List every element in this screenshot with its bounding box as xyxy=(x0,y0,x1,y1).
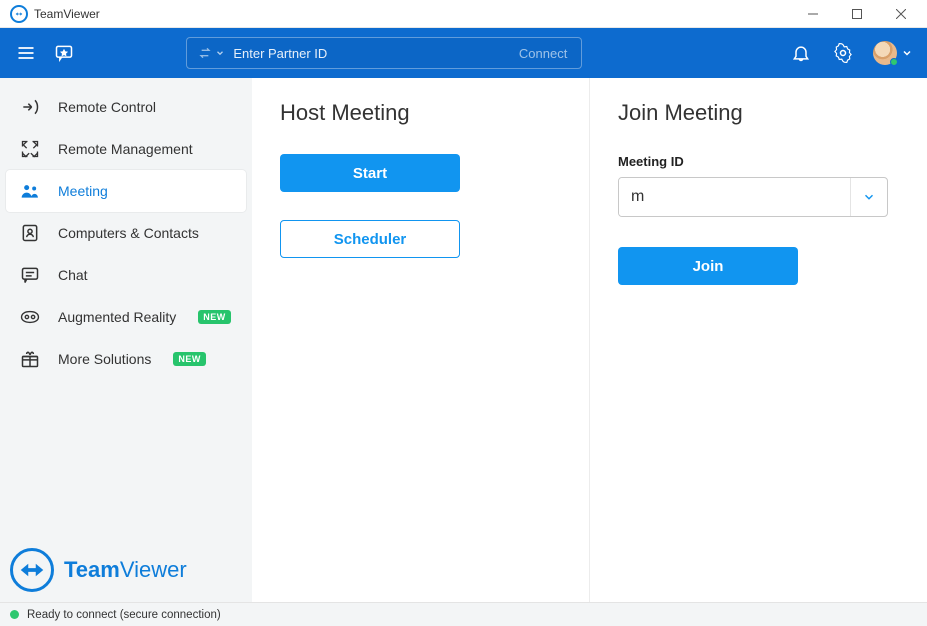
connect-button[interactable]: Connect xyxy=(504,38,581,68)
new-badge: NEW xyxy=(173,352,206,366)
sidebar-item-label: Meeting xyxy=(58,183,108,199)
meeting-id-input[interactable] xyxy=(619,178,850,216)
chevron-down-icon xyxy=(901,47,913,59)
close-button[interactable] xyxy=(879,0,923,28)
sidebar-item-augmented-reality[interactable]: Augmented Reality NEW xyxy=(6,296,246,338)
minimize-button[interactable] xyxy=(791,0,835,28)
remote-control-icon xyxy=(20,97,40,117)
sidebar-item-label: Computers & Contacts xyxy=(58,225,199,241)
status-text: Ready to connect (secure connection) xyxy=(27,609,221,621)
partner-id-box: Connect xyxy=(186,37,582,69)
join-meeting-title: Join Meeting xyxy=(618,100,899,126)
partner-dropdown[interactable] xyxy=(207,48,233,58)
sidebar-item-label: Remote Control xyxy=(58,99,156,115)
join-button[interactable]: Join xyxy=(618,247,798,285)
body: Remote Control Remote Management Meeting… xyxy=(0,78,927,602)
sidebar-item-remote-control[interactable]: Remote Control xyxy=(6,86,246,128)
main-content: Host Meeting Start Scheduler Join Meetin… xyxy=(252,78,927,602)
brand-logo-text: TeamViewer xyxy=(64,557,187,583)
sidebar-item-label: Remote Management xyxy=(58,141,193,157)
titlebar: TeamViewer xyxy=(0,0,927,28)
settings-button[interactable] xyxy=(831,41,855,65)
sidebar-item-meeting[interactable]: Meeting xyxy=(6,170,246,212)
sidebar: Remote Control Remote Management Meeting… xyxy=(0,78,252,602)
join-meeting-panel: Join Meeting Meeting ID Join xyxy=(589,78,927,602)
ar-icon xyxy=(20,307,40,327)
header-bar: Connect xyxy=(0,28,927,78)
meeting-id-combo xyxy=(618,177,888,217)
gift-icon xyxy=(20,349,40,369)
sidebar-item-computers-contacts[interactable]: Computers & Contacts xyxy=(6,212,246,254)
start-button[interactable]: Start xyxy=(280,154,460,192)
sidebar-item-label: Augmented Reality xyxy=(58,309,176,325)
brand-logo: TeamViewer xyxy=(6,538,246,594)
chat-icon xyxy=(20,265,40,285)
meeting-icon xyxy=(20,181,40,201)
notifications-button[interactable] xyxy=(789,41,813,65)
sidebar-item-label: More Solutions xyxy=(58,351,151,367)
sidebar-item-more-solutions[interactable]: More Solutions NEW xyxy=(6,338,246,380)
partner-id-input[interactable] xyxy=(233,46,504,61)
status-indicator-icon xyxy=(10,610,19,619)
feedback-button[interactable] xyxy=(52,41,76,65)
sidebar-item-chat[interactable]: Chat xyxy=(6,254,246,296)
contacts-icon xyxy=(20,223,40,243)
account-menu[interactable] xyxy=(873,41,913,65)
app-logo-icon xyxy=(10,5,28,23)
window-controls xyxy=(791,0,923,28)
meeting-id-label: Meeting ID xyxy=(618,154,899,169)
host-meeting-title: Host Meeting xyxy=(280,100,561,126)
brand-logo-icon xyxy=(10,548,54,592)
presence-dot xyxy=(890,58,898,66)
sidebar-item-label: Chat xyxy=(58,267,88,283)
menu-button[interactable] xyxy=(14,41,38,65)
scheduler-button[interactable]: Scheduler xyxy=(280,220,460,258)
status-bar: Ready to connect (secure connection) xyxy=(0,602,927,626)
sidebar-item-remote-management[interactable]: Remote Management xyxy=(6,128,246,170)
host-meeting-panel: Host Meeting Start Scheduler xyxy=(252,78,589,602)
maximize-button[interactable] xyxy=(835,0,879,28)
meeting-id-dropdown[interactable] xyxy=(850,178,887,216)
window-title: TeamViewer xyxy=(34,7,100,21)
swap-icon xyxy=(187,45,207,61)
new-badge: NEW xyxy=(198,310,231,324)
chevron-down-icon xyxy=(862,190,876,204)
remote-management-icon xyxy=(20,139,40,159)
